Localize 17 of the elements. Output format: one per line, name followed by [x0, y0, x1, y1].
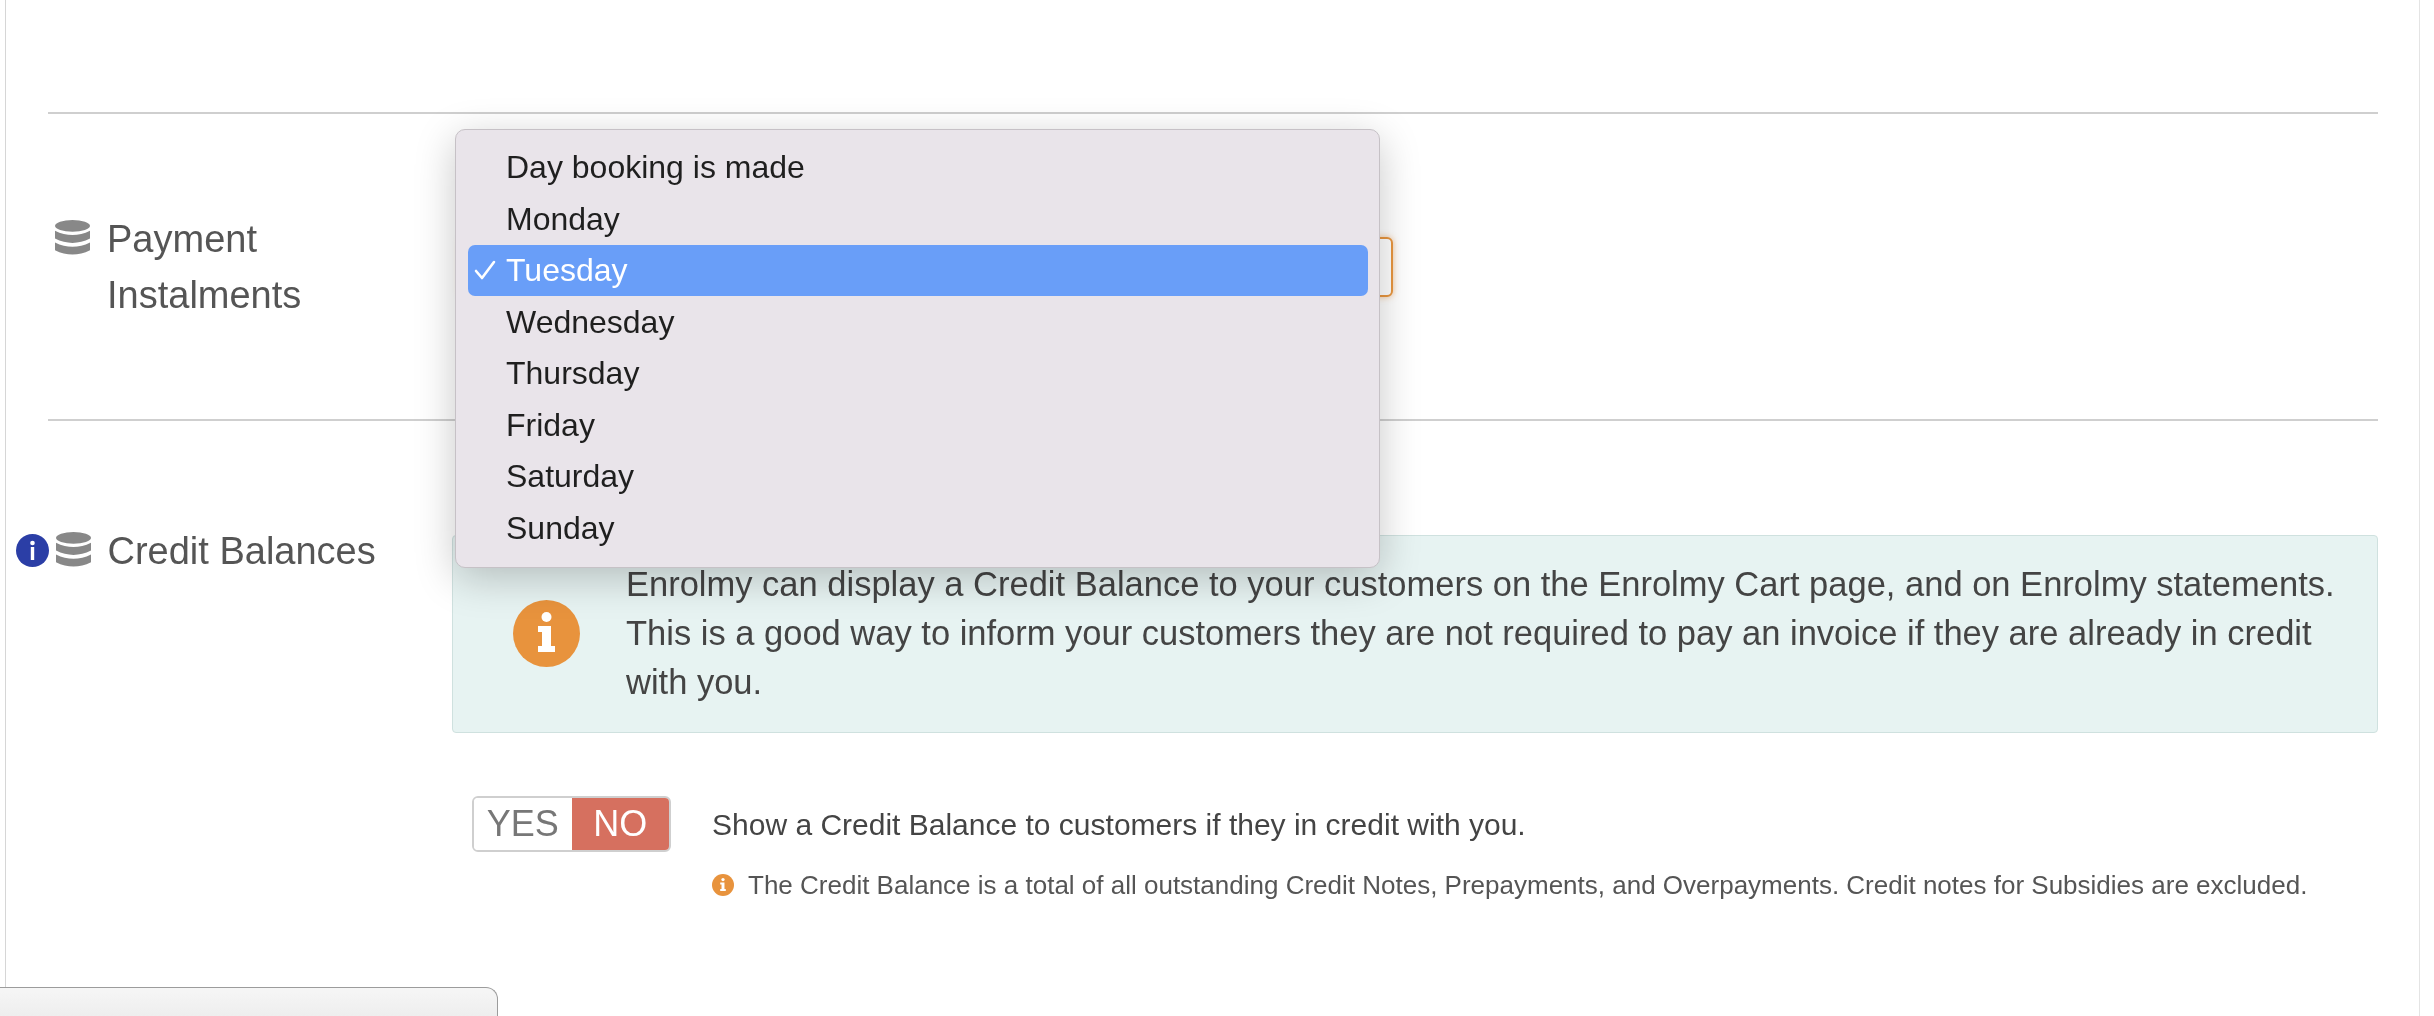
hint-text: The Credit Balance is a total of all outstanding Credit Notes, Prepayments, and Overpayments. Credit notes for Subsidies are excluded.: [748, 869, 2308, 902]
notice-text: Enrolmy can display a Credit Balance to your customers on the Enrolmy Cart page, and on Enrolmy statements. This is a good way to inform your customers they are not required to pay an invoice if they are already in credit with you.: [626, 564, 2336, 703]
dropdown-option[interactable]: Thursday: [468, 347, 1368, 399]
section-label: Credit Balances: [107, 529, 376, 574]
dropdown-option[interactable]: Wednesday: [468, 296, 1368, 348]
database-icon: [55, 532, 91, 569]
info-icon: [712, 874, 734, 896]
info-icon: [513, 600, 580, 667]
check-icon: [474, 260, 496, 281]
database-icon: [55, 219, 90, 257]
dropdown-option[interactable]: Sunday: [468, 502, 1368, 554]
dropdown-option[interactable]: Day booking is made: [468, 141, 1368, 193]
toggle-description: Show a Credit Balance to customers if they in credit with you.: [712, 806, 1526, 843]
dropdown-option[interactable]: Saturday: [468, 450, 1368, 502]
dropdown-option[interactable]: Monday: [468, 193, 1368, 245]
section-label: Payment Instalments: [107, 216, 303, 318]
dropdown-option[interactable]: Friday: [468, 399, 1368, 451]
